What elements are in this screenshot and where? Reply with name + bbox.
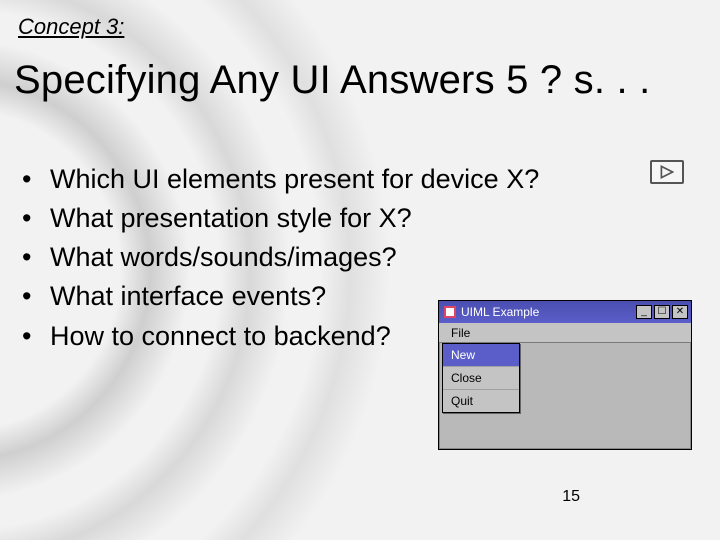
menu-item-new[interactable]: New [443, 344, 519, 367]
maximize-button[interactable]: ☐ [654, 305, 670, 319]
bullet-text: Which UI elements present for device X? [50, 160, 542, 199]
bullet-item: •Which UI elements present for device X? [22, 160, 542, 199]
menu-item-close[interactable]: Close [443, 367, 519, 390]
window-title: UIML Example [461, 305, 636, 319]
play-icon [650, 160, 684, 184]
slide: Concept 3: Specifying Any UI Answers 5 ?… [0, 0, 720, 540]
concept-label: Concept 3: [18, 14, 124, 40]
bullet-dot: • [22, 277, 50, 316]
window-menubar: File [439, 323, 691, 343]
file-dropdown: New Close Quit [442, 343, 520, 413]
minimize-button[interactable]: _ [636, 305, 652, 319]
bullet-item: •What presentation style for X? [22, 199, 542, 238]
bullet-dot: • [22, 160, 50, 199]
window-titlebar[interactable]: UIML Example _ ☐ ✕ [439, 301, 691, 323]
bullet-item: •What words/sounds/images? [22, 238, 542, 277]
slide-title: Specifying Any UI Answers 5 ? s. . . [14, 58, 706, 103]
bullet-text: What words/sounds/images? [50, 238, 542, 277]
bullet-dot: • [22, 199, 50, 238]
uiml-example-window: UIML Example _ ☐ ✕ File New Close Quit [438, 300, 692, 450]
page-number: 15 [562, 488, 580, 506]
bullet-text: What presentation style for X? [50, 199, 542, 238]
menu-file[interactable]: File [445, 324, 476, 342]
close-button[interactable]: ✕ [672, 305, 688, 319]
app-icon [443, 305, 457, 319]
menu-item-quit[interactable]: Quit [443, 390, 519, 412]
bullet-dot: • [22, 238, 50, 277]
bullet-dot: • [22, 317, 50, 356]
